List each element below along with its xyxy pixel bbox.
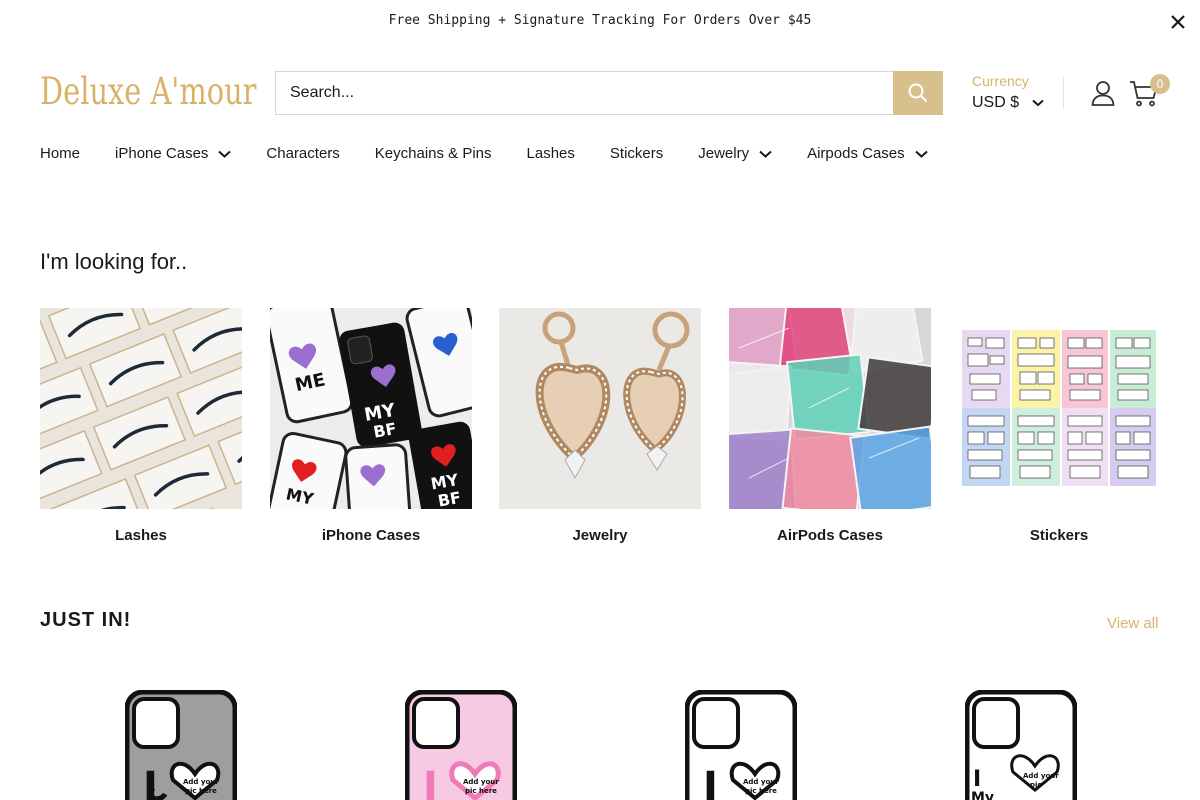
currency-label: Currency xyxy=(972,73,1029,89)
category-label: AirPods Cases xyxy=(777,527,883,544)
nav-item-label: iPhone Cases xyxy=(115,145,209,162)
svg-text:I: I xyxy=(423,764,438,800)
svg-text:I: I xyxy=(973,767,981,792)
header-divider xyxy=(1063,77,1064,109)
view-all-link[interactable]: View all xyxy=(1107,615,1158,632)
product-card[interactable]: I Add your pic here xyxy=(404,689,518,800)
section-title-looking-for: I'm looking for.. xyxy=(40,249,188,274)
nav-item-label: Airpods Cases xyxy=(807,145,905,162)
category-card-airpods-cases[interactable]: AirPods Cases xyxy=(729,308,931,544)
category-image-iphone-cases: ME MY BF MY MY BF xyxy=(270,308,472,509)
category-card-stickers[interactable]: Stickers xyxy=(958,308,1160,544)
nav-item-label: Keychains & Pins xyxy=(374,145,492,162)
svg-text:Add your: Add your xyxy=(463,778,499,786)
svg-text:BF: BF xyxy=(372,419,398,442)
section-title-just-in: JUST IN! xyxy=(40,609,132,631)
category-image-jewelry xyxy=(499,308,701,509)
account-icon[interactable] xyxy=(1091,80,1115,106)
nav-item-keychains-pins[interactable]: Keychains & Pins xyxy=(375,145,492,162)
product-card[interactable]: I My Add your pic xyxy=(964,689,1078,800)
category-label: Stickers xyxy=(1029,527,1089,544)
nav-item-jewelry[interactable]: Jewelry xyxy=(698,145,772,162)
category-label: Jewelry xyxy=(572,527,628,544)
product-card[interactable]: I Add your pic here xyxy=(684,689,798,800)
svg-text:pic here: pic here xyxy=(185,787,217,795)
chevron-down-icon xyxy=(914,145,928,162)
announcement-text: Free Shipping + Signature Tracking For O… xyxy=(388,13,812,28)
nav-item-label: Lashes xyxy=(526,145,575,162)
category-image-stickers xyxy=(958,308,1160,509)
category-image-lashes xyxy=(40,308,242,509)
search-bar xyxy=(275,71,943,115)
nav-item-home[interactable]: Home xyxy=(40,145,80,162)
search-icon xyxy=(908,83,928,103)
announcement-bar: Free Shipping + Signature Tracking For O… xyxy=(0,0,1200,42)
svg-text:I: I xyxy=(703,764,718,800)
nav-item-label: Jewelry xyxy=(698,145,750,162)
category-label: iPhone Cases xyxy=(321,527,421,544)
currency-selector[interactable]: Currency USD $ xyxy=(972,73,1044,112)
svg-text:Add your: Add your xyxy=(743,778,779,786)
category-image-airpods-cases xyxy=(729,308,931,509)
category-card-jewelry[interactable]: Jewelry xyxy=(499,308,701,544)
nav-item-characters[interactable]: Characters xyxy=(266,145,339,162)
svg-text:pic here: pic here xyxy=(465,787,497,795)
svg-text:BF: BF xyxy=(436,488,462,509)
nav-item-lashes[interactable]: Lashes xyxy=(527,145,575,162)
chevron-down-icon xyxy=(1031,94,1044,112)
close-icon[interactable] xyxy=(1168,12,1188,32)
main-nav: Home iPhone Cases Characters Keychains &… xyxy=(40,145,963,162)
svg-text:pic: pic xyxy=(1030,781,1042,789)
nav-item-stickers[interactable]: Stickers xyxy=(610,145,663,162)
svg-text:Add your: Add your xyxy=(1023,772,1059,780)
nav-item-label: Stickers xyxy=(609,145,664,162)
category-card-lashes[interactable]: Lashes xyxy=(40,308,242,544)
site-logo[interactable]: Deluxe A'mour xyxy=(40,70,256,113)
svg-text:My: My xyxy=(971,790,994,800)
product-card[interactable]: I Add your pic here xyxy=(124,689,238,800)
nav-item-label: Characters xyxy=(266,145,340,162)
nav-item-label: Home xyxy=(40,145,81,162)
svg-text:pic here: pic here xyxy=(745,787,777,795)
search-button[interactable] xyxy=(893,71,943,115)
svg-text:Add your: Add your xyxy=(183,778,219,786)
chevron-down-icon xyxy=(218,145,232,162)
search-input[interactable] xyxy=(276,72,894,114)
category-card-iphone-cases[interactable]: ME MY BF MY MY BF iPhone Cases xyxy=(270,308,472,544)
chevron-down-icon xyxy=(759,145,772,162)
cart-count-badge: 0 xyxy=(1150,74,1170,94)
nav-item-iphone-cases[interactable]: iPhone Cases xyxy=(115,145,232,162)
currency-value[interactable]: USD $ xyxy=(972,94,1019,112)
category-label: Lashes xyxy=(115,527,167,544)
nav-item-airpods-cases[interactable]: Airpods Cases xyxy=(807,145,928,162)
